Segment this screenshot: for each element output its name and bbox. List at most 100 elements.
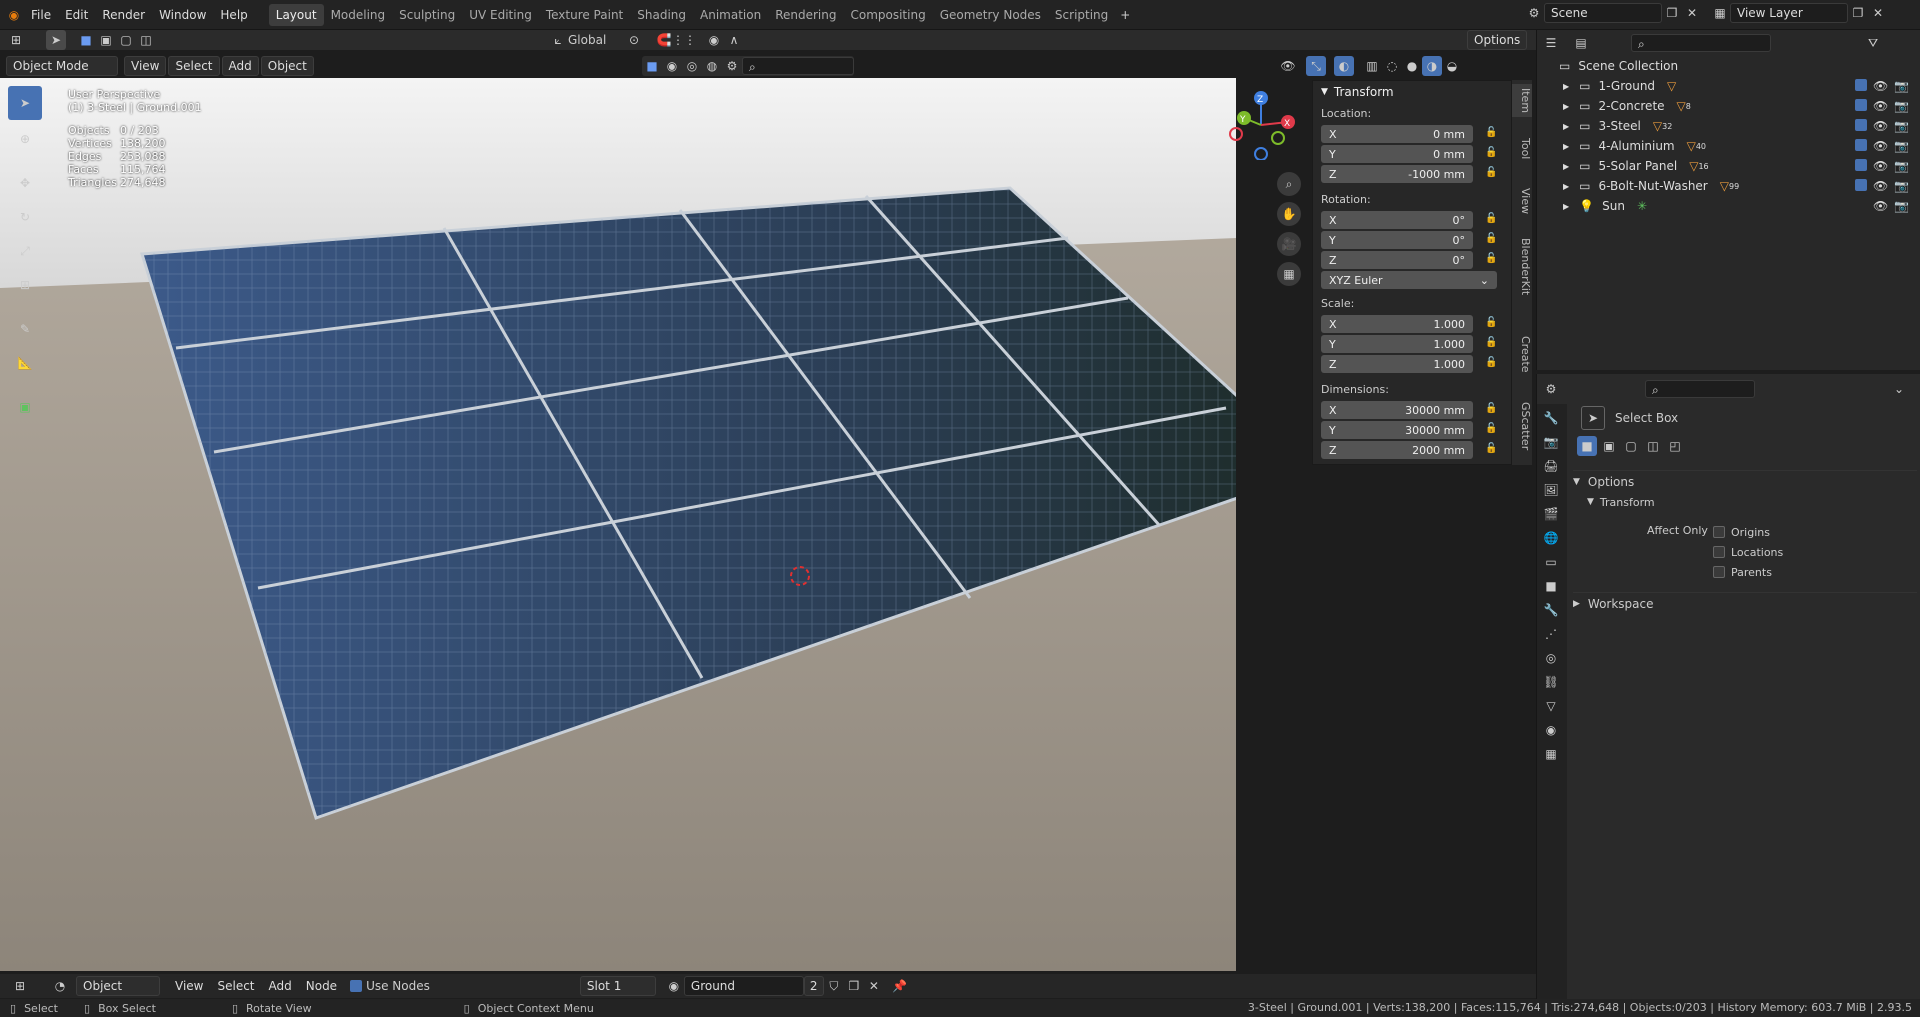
collection-tab-icon[interactable]: ▭ — [1541, 552, 1561, 572]
options-section[interactable]: ▼ Options — [1573, 470, 1917, 492]
location-lock-icon[interactable]: 🔓 — [1485, 147, 1499, 161]
outliner-item[interactable]: ▶ ▭ 6-Bolt-Nut-Washer ▽ 99 👁 📷 — [1537, 176, 1920, 196]
exclude-checkbox[interactable] — [1855, 79, 1867, 91]
move-tool-icon[interactable]: ✥ — [8, 166, 42, 200]
delete-scene-icon[interactable]: ✕ — [1682, 3, 1702, 23]
shader-editor-type-icon[interactable]: ⊞ — [10, 976, 30, 996]
data-tab-icon[interactable]: ▽ — [1541, 696, 1561, 716]
location-x-field[interactable]: X 0 mm — [1321, 125, 1473, 143]
expand-icon[interactable]: ▶ — [1563, 122, 1569, 131]
scene-icon[interactable]: ⚙ — [1524, 3, 1544, 23]
world-tab-icon[interactable]: 🌐 — [1541, 528, 1561, 548]
tab-texture-paint[interactable]: Texture Paint — [539, 4, 630, 26]
filter-icon-1[interactable]: ■ — [642, 56, 662, 76]
affect-locations-checkbox[interactable] — [1713, 546, 1725, 558]
menu-render[interactable]: Render — [95, 3, 152, 27]
render-tab-icon[interactable]: 📷 — [1541, 432, 1561, 452]
render-icon[interactable]: 📷 — [1894, 179, 1909, 193]
object-tab-icon[interactable]: ■ — [1541, 576, 1561, 596]
tab-geometry-nodes[interactable]: Geometry Nodes — [933, 4, 1048, 26]
scene-collection-row[interactable]: ▭ Scene Collection — [1537, 56, 1920, 76]
eye-icon[interactable]: 👁 — [1873, 79, 1888, 93]
sidebar-tab-item[interactable]: Item — [1512, 84, 1532, 118]
node-menu-view[interactable]: View — [168, 974, 210, 998]
pivot-icon[interactable]: ⊙ — [624, 30, 644, 50]
viewport-menu-object[interactable]: Object — [260, 56, 314, 76]
eye-icon[interactable]: 👁 — [1873, 139, 1888, 153]
scale-z-field[interactable]: Z 1.000 — [1321, 355, 1473, 373]
options-button[interactable]: Options — [1467, 30, 1528, 50]
outliner-editor-icon[interactable]: ☰ — [1541, 33, 1561, 53]
tab-scripting[interactable]: Scripting — [1048, 4, 1115, 26]
eye-icon[interactable]: 👁 — [1873, 179, 1888, 193]
select-mode-subtract-icon[interactable]: ▢ — [116, 30, 136, 50]
tab-compositing[interactable]: Compositing — [843, 4, 932, 26]
outliner-item[interactable]: ▶ ▭ 1-Ground ▽ 👁 📷 — [1537, 76, 1920, 96]
tab-rendering[interactable]: Rendering — [768, 4, 843, 26]
constraints-tab-icon[interactable]: ⛓ — [1541, 672, 1561, 692]
fake-user-icon[interactable]: ⛉ — [824, 976, 844, 996]
sidebar-tab-tool[interactable]: Tool — [1512, 134, 1532, 163]
tab-modeling[interactable]: Modeling — [324, 4, 393, 26]
material-browse-icon[interactable]: ◉ — [664, 976, 684, 996]
tab-uv-editing[interactable]: UV Editing — [462, 4, 539, 26]
measure-tool-icon[interactable]: 📐 — [8, 346, 42, 380]
viewport-menu-add[interactable]: Add — [221, 56, 259, 76]
gizmo-icon[interactable]: ⤡ — [1306, 56, 1326, 76]
render-icon[interactable]: 📷 — [1894, 159, 1909, 173]
workspace-section[interactable]: ▶ Workspace — [1573, 592, 1917, 614]
add-workspace-icon[interactable]: + — [1115, 5, 1135, 25]
wireframe-shading-icon[interactable]: ◌ — [1382, 56, 1402, 76]
affect-locations-row[interactable]: Locations — [1713, 542, 1783, 562]
collapse-icon[interactable]: ▼ — [1321, 87, 1328, 97]
render-icon[interactable]: 📷 — [1894, 99, 1909, 113]
filter-icon-4[interactable]: ◍ — [702, 56, 722, 76]
dimensions-z-field[interactable]: Z 2000 mm — [1321, 441, 1473, 459]
location-y-field[interactable]: Y 0 mm — [1321, 145, 1473, 163]
output-tab-icon[interactable]: 🖨 — [1541, 456, 1561, 476]
rotation-mode-dropdown[interactable]: XYZ Euler ⌄ — [1321, 271, 1497, 289]
scale-tool-icon[interactable]: ⤢ — [8, 234, 42, 268]
node-menu-add[interactable]: Add — [262, 974, 299, 998]
rotation-z-field[interactable]: Z 0° — [1321, 251, 1473, 269]
add-cube-tool-icon[interactable]: ▣ — [8, 390, 42, 424]
rotation-lock-icon[interactable]: 🔓 — [1485, 213, 1499, 227]
exclude-checkbox[interactable] — [1855, 159, 1867, 171]
view-layer-field[interactable]: View Layer — [1730, 3, 1848, 23]
select-tool-icon[interactable]: ➤ — [46, 30, 66, 50]
sidebar-tab-blenderkit[interactable]: BlenderKit — [1512, 234, 1532, 299]
dimensions-x-field[interactable]: X 30000 mm — [1321, 401, 1473, 419]
select-mode-extend-icon[interactable]: ▣ — [96, 30, 116, 50]
slot-dropdown[interactable]: Slot 1 — [579, 976, 656, 996]
new-material-icon[interactable]: ❐ — [844, 976, 864, 996]
scene-tab-icon[interactable]: 🎬 — [1541, 504, 1561, 524]
outliner-item[interactable]: ▶ ▭ 3-Steel ▽ 32 👁 📷 — [1537, 116, 1920, 136]
render-icon[interactable]: 📷 — [1894, 79, 1909, 93]
menu-file[interactable]: File — [24, 3, 58, 27]
filter-icon-3[interactable]: ◎ — [682, 56, 702, 76]
copy-scene-icon[interactable]: ❐ — [1662, 3, 1682, 23]
texture-tab-icon[interactable]: ▦ — [1541, 744, 1561, 764]
annotate-tool-icon[interactable]: ✎ — [8, 312, 42, 346]
material-name-field[interactable]: Ground — [683, 976, 804, 996]
scale-lock-icon[interactable]: 🔓 — [1485, 337, 1499, 351]
node-menu-select[interactable]: Select — [210, 974, 261, 998]
overlay-icon[interactable]: ◐ — [1334, 56, 1354, 76]
mode-dropdown[interactable]: Object Mode — [6, 56, 118, 76]
rotation-lock-icon[interactable]: 🔓 — [1485, 253, 1499, 267]
ortho-toggle-icon[interactable]: ▦ — [1277, 262, 1301, 286]
sidebar-tab-view[interactable]: View — [1512, 184, 1532, 218]
mode-new-icon[interactable]: ■ — [1577, 436, 1597, 456]
tab-animation[interactable]: Animation — [693, 4, 768, 26]
expand-icon[interactable]: ▶ — [1563, 182, 1569, 191]
outliner-item[interactable]: ▶ ▭ 2-Concrete ▽ 8 👁 📷 — [1537, 96, 1920, 116]
navigation-gizmo[interactable]: Z X Y — [1226, 90, 1296, 161]
view-layer-tab-icon[interactable]: 🖼 — [1541, 480, 1561, 500]
select-mode-new-icon[interactable]: ■ — [76, 30, 96, 50]
scale-y-field[interactable]: Y 1.000 — [1321, 335, 1473, 353]
pin-icon[interactable]: ⌄ — [1889, 379, 1909, 399]
proportional-edit-icon[interactable]: ◉ — [704, 30, 724, 50]
unlink-material-icon[interactable]: ✕ — [864, 976, 884, 996]
affect-parents-checkbox[interactable] — [1713, 566, 1725, 578]
expand-icon[interactable]: ▶ — [1563, 202, 1569, 211]
